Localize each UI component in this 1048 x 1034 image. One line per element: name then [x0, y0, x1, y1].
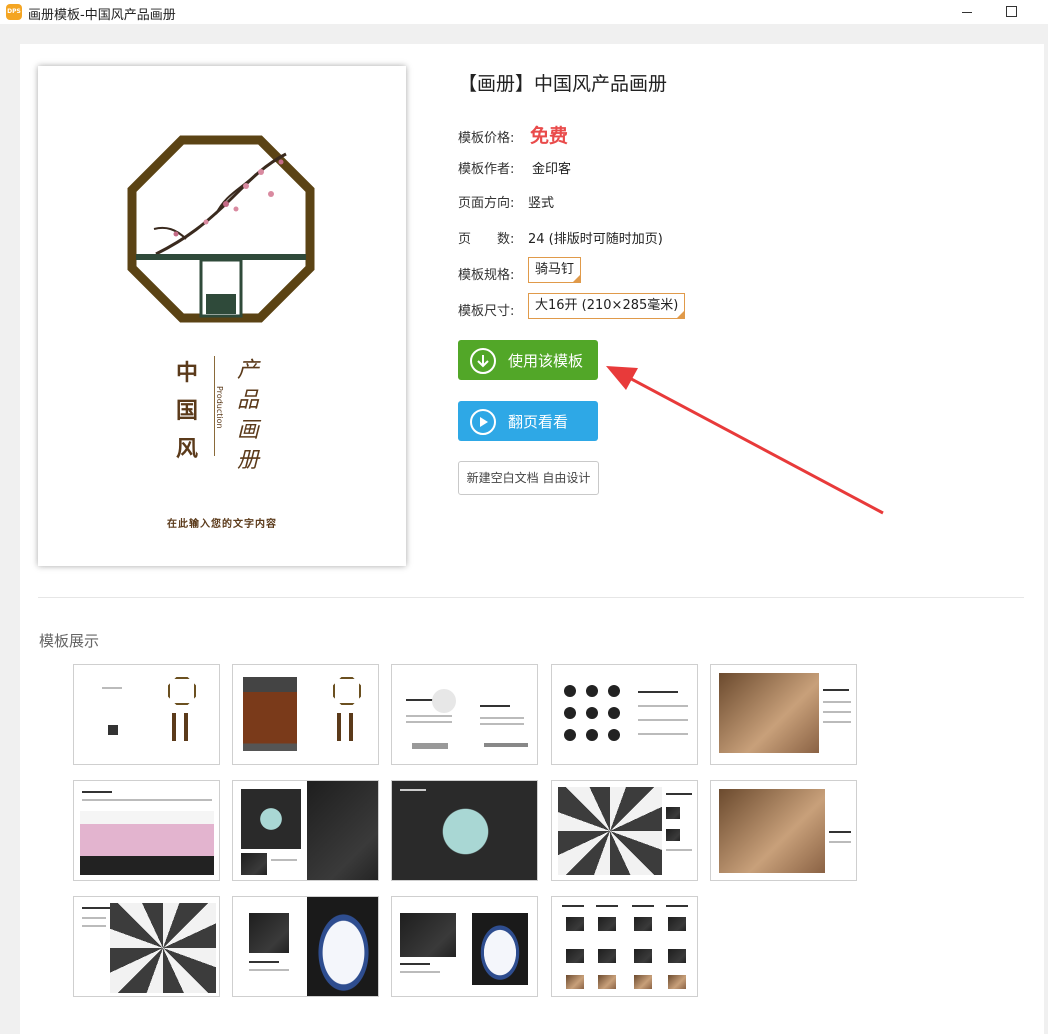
- play-icon: [470, 409, 496, 435]
- minimize-button[interactable]: [958, 2, 976, 20]
- author-label: 模板作者:: [458, 162, 515, 177]
- size-value: 大16开 (210×285毫米): [535, 298, 679, 313]
- orientation-label: 页面方向:: [458, 196, 515, 211]
- template-thumbnail[interactable]: [73, 896, 220, 997]
- octagon-window-illustration: [127, 135, 315, 323]
- spec-value: 骑马钉: [535, 262, 575, 277]
- template-thumbnail[interactable]: [710, 780, 857, 881]
- cover-tagline: 在此输入您的文字内容: [167, 519, 277, 530]
- use-template-label: 使用该模板: [508, 352, 584, 370]
- use-template-button[interactable]: 使用该模板: [458, 340, 598, 380]
- template-thumbnail[interactable]: [551, 664, 698, 765]
- template-thumbnail[interactable]: [391, 664, 538, 765]
- cover-preview[interactable]: 中国风 产品画册 Production 在此输入您的文字内容: [38, 66, 406, 566]
- spec-select[interactable]: 骑马钉: [528, 257, 582, 283]
- template-thumbnail[interactable]: [551, 780, 698, 881]
- orientation-value: 竖式: [528, 196, 555, 211]
- template-thumbnail[interactable]: [391, 896, 538, 997]
- title-bar: DPS 画册模板-中国风产品画册: [0, 0, 1048, 24]
- template-thumbnail[interactable]: [232, 664, 379, 765]
- section-divider: [38, 597, 1024, 598]
- new-blank-document-button[interactable]: 新建空白文档 自由设计: [458, 461, 599, 495]
- red-arrow-annotation: [606, 366, 884, 515]
- cover-title-main: 中国风: [175, 360, 198, 462]
- template-thumbnail[interactable]: [73, 664, 220, 765]
- template-thumbnail[interactable]: [73, 780, 220, 881]
- template-thumbnail[interactable]: [232, 780, 379, 881]
- flip-preview-button[interactable]: 翻页看看: [458, 401, 598, 441]
- dropdown-corner-icon: [676, 310, 686, 319]
- template-thumbnail[interactable]: [710, 664, 857, 765]
- flip-preview-label: 翻页看看: [508, 413, 569, 431]
- size-label: 模板尺寸:: [458, 304, 515, 319]
- pages-value: 24 (排版时可随时加页): [528, 232, 663, 247]
- price-value: 免费: [530, 125, 569, 147]
- template-thumbnail[interactable]: [551, 896, 698, 997]
- template-title: 【画册】中国风产品画册: [458, 73, 668, 95]
- cover-subtitle: Production: [215, 386, 224, 429]
- window-title: 画册模板-中国风产品画册: [28, 8, 176, 23]
- author-value: 金印客: [532, 162, 572, 177]
- template-thumbnail[interactable]: [232, 896, 379, 997]
- template-thumbnail[interactable]: [391, 780, 538, 881]
- showcase-title: 模板展示: [39, 632, 100, 650]
- cover-title-sub: 产品画册: [236, 358, 259, 473]
- maximize-button[interactable]: [1002, 2, 1020, 20]
- dropdown-corner-icon: [572, 274, 582, 283]
- app-logo-icon: DPS: [6, 4, 22, 20]
- spec-label: 模板规格:: [458, 268, 515, 283]
- price-label: 模板价格:: [458, 131, 515, 146]
- size-select[interactable]: 大16开 (210×285毫米): [528, 293, 686, 319]
- download-icon: [470, 348, 496, 374]
- pages-label: 页 数:: [458, 232, 515, 247]
